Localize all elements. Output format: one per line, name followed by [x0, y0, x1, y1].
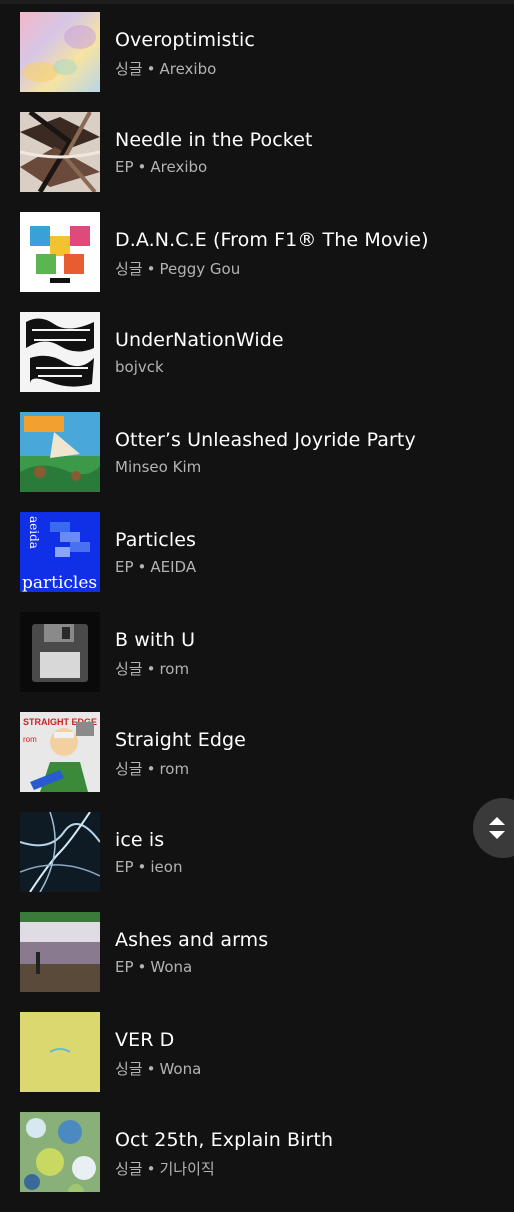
separator-dot: •: [146, 760, 156, 778]
item-title: Oct 25th, Explain Birth: [115, 1129, 334, 1151]
item-type: 싱글: [115, 260, 143, 278]
item-artist[interactable]: ieon: [150, 858, 182, 876]
item-artist[interactable]: rom: [159, 660, 189, 678]
item-artist[interactable]: Peggy Gou: [159, 260, 240, 278]
item-subtitle: 싱글 • Arexibo: [115, 58, 216, 79]
item-title: Otter’s Unleashed Joyride Party: [115, 429, 416, 451]
item-subtitle: bojvck: [115, 358, 164, 376]
list-item[interactable]: Oct 25th, Explain Birth 싱글 • 기나이직: [0, 1112, 514, 1212]
item-title: Ashes and arms: [115, 929, 269, 951]
cover-bwithu-art: [20, 612, 100, 692]
item-title: ice is: [115, 829, 165, 851]
separator-dot: •: [146, 60, 156, 78]
album-cover: particles aeida: [20, 512, 100, 592]
cover-subtext: rom: [23, 735, 37, 744]
list-item[interactable]: Ashes and arms EP • Wona: [0, 912, 514, 1012]
item-subtitle: EP • Arexibo: [115, 158, 207, 176]
item-title: D.A.N.C.E (From F1® The Movie): [115, 229, 429, 251]
item-artist[interactable]: Wona: [150, 958, 192, 976]
item-artist[interactable]: bojvck: [115, 358, 164, 376]
list-item[interactable]: STRAIGHT EDGE rom Straight Edge 싱글 • rom: [0, 712, 514, 812]
item-type: 싱글: [115, 760, 143, 778]
item-subtitle: 싱글 • 기나이직: [115, 1158, 215, 1179]
album-cover: [20, 1012, 100, 1092]
top-edge-bar: [0, 0, 514, 4]
list-item[interactable]: Needle in the Pocket EP • Arexibo: [0, 112, 514, 212]
item-type: EP: [115, 158, 134, 176]
item-title: Particles: [115, 529, 197, 551]
cover-dance-art: [20, 212, 100, 292]
item-title: VER D: [115, 1029, 175, 1051]
item-type: 싱글: [115, 1060, 143, 1078]
album-cover: [20, 1112, 100, 1192]
album-cover: [20, 212, 100, 292]
cover-side-text: aeida: [27, 516, 41, 549]
separator-dot: •: [146, 660, 156, 678]
separator-dot: •: [137, 558, 147, 576]
item-type: EP: [115, 858, 134, 876]
album-cover: [20, 112, 100, 192]
list-item[interactable]: UnderNationWide bojvck: [0, 312, 514, 412]
item-type: 싱글: [115, 60, 143, 78]
item-artist[interactable]: AEIDA: [150, 558, 196, 576]
album-cover: [20, 812, 100, 892]
item-subtitle: 싱글 • rom: [115, 758, 189, 779]
item-title: UnderNationWide: [115, 329, 284, 351]
list-item[interactable]: particles aeida Particles EP • AEIDA: [0, 512, 514, 612]
separator-dot: •: [137, 858, 147, 876]
item-artist[interactable]: 기나이직: [159, 1160, 214, 1178]
item-artist[interactable]: Minseo Kim: [115, 458, 201, 476]
album-cover: [20, 412, 100, 492]
cover-otter-art: [20, 412, 100, 492]
cover-overoptimistic-art: [20, 12, 100, 92]
item-artist[interactable]: Wona: [159, 1060, 201, 1078]
up-down-arrows-icon: [489, 817, 505, 839]
cover-particles-art: particles aeida: [20, 512, 100, 592]
cover-text: particles: [22, 573, 97, 592]
cover-straight-art: STRAIGHT EDGE rom: [20, 712, 100, 792]
cover-oct25-art: [20, 1112, 100, 1192]
album-cover: [20, 912, 100, 992]
item-artist[interactable]: rom: [159, 760, 189, 778]
separator-dot: •: [146, 1160, 156, 1178]
item-type: EP: [115, 958, 134, 976]
list-item[interactable]: D.A.N.C.E (From F1® The Movie) 싱글 • Peggy …: [0, 212, 514, 312]
cover-ashes-art: [20, 912, 100, 992]
cover-needle-art: [20, 112, 100, 192]
album-cover: [20, 612, 100, 692]
item-title: Overoptimistic: [115, 29, 255, 51]
item-subtitle: EP • AEIDA: [115, 558, 196, 576]
separator-dot: •: [146, 1060, 156, 1078]
item-subtitle: 싱글 • Peggy Gou: [115, 258, 240, 279]
item-type: EP: [115, 558, 134, 576]
item-artist[interactable]: Arexibo: [150, 158, 207, 176]
item-title: Needle in the Pocket: [115, 129, 313, 151]
separator-dot: •: [146, 260, 156, 278]
item-subtitle: 싱글 • Wona: [115, 1058, 201, 1079]
item-title: Straight Edge: [115, 729, 246, 751]
list-item[interactable]: VER D 싱글 • Wona: [0, 1012, 514, 1112]
cover-undernation-art: [20, 312, 100, 392]
album-cover: [20, 12, 100, 92]
item-subtitle: 싱글 • rom: [115, 658, 189, 679]
cover-iceis-art: [20, 812, 100, 892]
cover-verd-art: [20, 1012, 100, 1092]
item-type: 싱글: [115, 1160, 143, 1178]
list-item[interactable]: Otter’s Unleashed Joyride Party Minseo K…: [0, 412, 514, 512]
item-title: B with U: [115, 629, 196, 651]
item-subtitle: EP • ieon: [115, 858, 182, 876]
item-artist[interactable]: Arexibo: [159, 60, 216, 78]
list-item[interactable]: ice is EP • ieon: [0, 812, 514, 912]
item-type: 싱글: [115, 660, 143, 678]
album-cover: [20, 312, 100, 392]
separator-dot: •: [137, 958, 147, 976]
album-cover: STRAIGHT EDGE rom: [20, 712, 100, 792]
list-item[interactable]: Overoptimistic 싱글 • Arexibo: [0, 12, 514, 112]
list-item[interactable]: B with U 싱글 • rom: [0, 612, 514, 712]
separator-dot: •: [137, 158, 147, 176]
item-subtitle: EP • Wona: [115, 958, 192, 976]
item-subtitle: Minseo Kim: [115, 458, 201, 476]
